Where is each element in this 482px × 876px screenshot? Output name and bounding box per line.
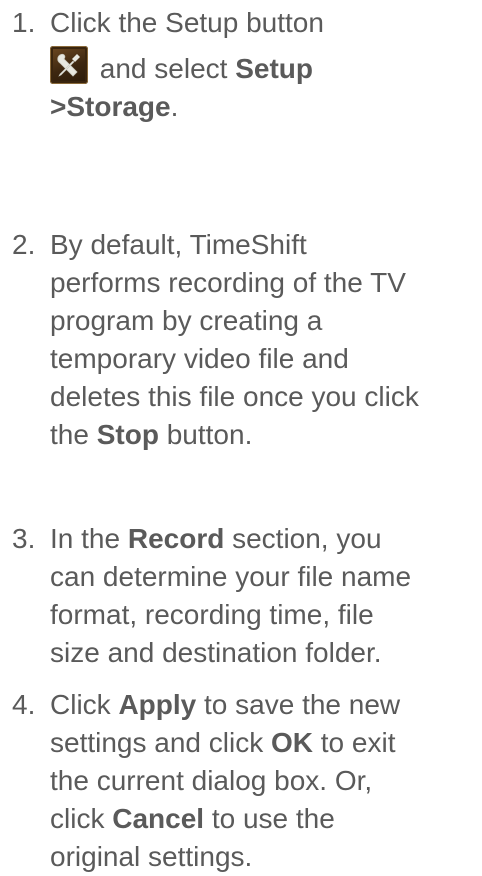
step-2-line: deletes this file once you click [50,381,419,412]
step-number: 3. [12,523,36,554]
step-text: In the Record section, you can determine… [50,520,482,672]
step-3-line: can determine your file name [50,561,412,592]
step-4-line: to exit [320,727,396,758]
step-4-apply-bold: Apply [118,689,197,720]
step-2-line: button. [166,419,253,450]
step-3-line: size and destination folder. [50,637,382,668]
step-2-line: temporary video file and [50,343,349,374]
step-4-line: to save the new [204,689,401,720]
step-text: By default, TimeShift performs recording… [50,226,482,454]
step-3-line: format, recording time, file [50,599,374,630]
step-4-line: click [50,803,105,834]
instruction-document: 1. Click the Setup button and select Set… [0,0,482,872]
step-2-line: By default, TimeShift [50,229,307,260]
setup-tools-icon [50,46,88,84]
step-number: 4. [12,689,36,720]
step-4-line: to use the [211,803,335,834]
step-4-cancel-bold: Cancel [112,803,205,834]
step-3-line: section, you [232,523,382,554]
step-3-record-bold: Record [127,523,225,554]
step-4-ok-bold: OK [271,727,313,758]
step-2-line: the [50,419,89,450]
step-text: Click Apply to save the new settings and… [50,686,482,876]
step-1-storage-bold: >Storage [50,91,171,122]
step-4-line: the current dialog box. Or, [50,765,373,796]
step-2-line: performs recording of the TV [50,267,406,298]
step-4-line: settings and click [50,727,264,758]
step-2-stop-bold: Stop [96,419,159,450]
step-1-text: Click the Setup button [50,7,324,38]
step-2-line: program by creating a [50,305,323,336]
step-number: 1. [12,7,36,38]
step-1-setup-bold: Setup [235,53,313,84]
step-4-line: original settings. [50,841,253,872]
step-text: Click the Setup button and select Setup … [50,4,482,126]
step-1-period: . [170,91,179,122]
step-number: 2. [12,229,36,260]
step-4-line: Click [50,689,111,720]
step-1-text: and select [99,53,228,84]
step-3-line: In the [50,523,121,554]
